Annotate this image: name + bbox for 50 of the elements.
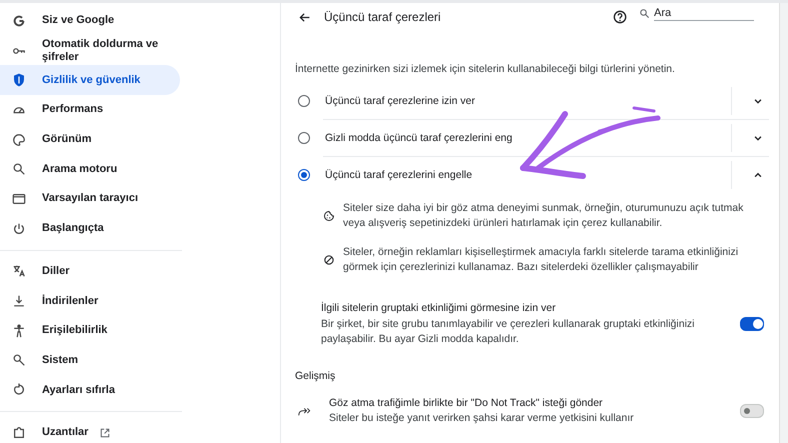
setting-title: Göz atma trafiğimle birlikte bir "Do Not Track" isteği gönder	[329, 396, 604, 410]
sidebar-item[interactable]: Performans	[0, 95, 180, 125]
radio-button[interactable]	[298, 132, 310, 144]
sidebar-item[interactable]: Görünüm	[0, 124, 180, 154]
sidebar-item[interactable]: Sistem	[0, 346, 180, 376]
cookie-icon	[323, 210, 335, 222]
section-heading: Gelişmiş	[295, 370, 336, 382]
search-icon	[12, 162, 26, 176]
blocked-icon	[323, 254, 335, 266]
sidebar-item[interactable]: Otomatik doldurma ve şifreler	[0, 36, 180, 66]
forward-arrows-icon	[298, 406, 312, 416]
toggle-switch[interactable]	[740, 404, 764, 418]
shield-icon	[12, 73, 26, 88]
sidebar-item[interactable]: Varsayılan tarayıcı	[0, 184, 180, 214]
chevron-up-icon[interactable]	[753, 170, 763, 180]
description-text: İnternette gezinirken sizi izlemek için sitelerin kullanabileceği bilgi türlerini yönetin.	[295, 63, 676, 75]
setting-description: Bir şirket, bir site grubu tanımlayabilir ve çerezleri kullanarak gruptaki etkinliğinizi paylaşabilir. Bu ayar Gizli modda kapalıdır.	[321, 316, 696, 347]
google-g-icon	[12, 14, 26, 28]
sidebar-item[interactable]: Başlangıçta	[0, 214, 180, 244]
power-icon	[12, 222, 26, 236]
palette-icon	[12, 132, 26, 147]
sidebar-item[interactable]: Arama motoru	[0, 154, 180, 184]
page-title: Üçüncü taraf çerezleri	[324, 10, 442, 24]
download-icon	[12, 294, 26, 308]
sidebar-item[interactable]: Siz ve Google	[0, 6, 180, 36]
reset-icon	[12, 383, 26, 398]
search-icon	[639, 8, 650, 18]
option-label: Üçüncü taraf çerezlerine izin ver	[325, 95, 476, 107]
sidebar-item[interactable]: Erişilebilirlik	[0, 316, 180, 346]
back-arrow-icon[interactable]	[298, 10, 311, 24]
browser-icon	[12, 192, 26, 206]
option-label: Gizli modda üçüncü taraf çerezlerini eng	[325, 132, 514, 144]
sidebar-item[interactable]: Uzantılar	[0, 418, 180, 443]
option-label: Üçüncü taraf çerezlerini engelle	[325, 169, 474, 181]
radio-button[interactable]	[298, 95, 310, 107]
external-link-icon	[100, 428, 110, 438]
person-icon	[12, 324, 26, 338]
sidebar-item[interactable]: Ayarları sıfırla	[0, 375, 180, 405]
search-field[interactable]: Ara	[654, 5, 754, 21]
detail-text: Siteler, örneğin reklamları kişiselleştirmek amacıyla farklı sitelerde tarama etkinliğinizi görmek için çerezlerinizi kullanamaz. Bazı sitelerdeki özellikler çalışmayabilir	[343, 245, 740, 275]
detail-text: Siteler size daha iyi bir göz atma deneyimi sunmak, örneğin, oturumunuzu açık tutmak veya alışveriş sepetinizdeki ürünleri hatırlamak için çerez kullanabilir.	[343, 201, 744, 231]
sidebar-item[interactable]: Diller	[0, 256, 180, 286]
setting-title: İlgili sitelerin gruptaki etkinliğimi görmesine izin ver	[321, 301, 557, 316]
help-icon[interactable]	[613, 10, 627, 24]
setting-description: Siteler bu isteğe yanıt verirken şahsi karar verme yetkisini kullanır	[329, 411, 635, 426]
sidebar-item[interactable]: Gizlilik ve güvenlik	[0, 65, 180, 96]
radio-button[interactable]	[298, 169, 310, 181]
toggle-switch[interactable]	[740, 317, 764, 332]
translate-icon	[12, 264, 26, 278]
sidebar-item[interactable]: İndirilenler	[0, 286, 180, 316]
